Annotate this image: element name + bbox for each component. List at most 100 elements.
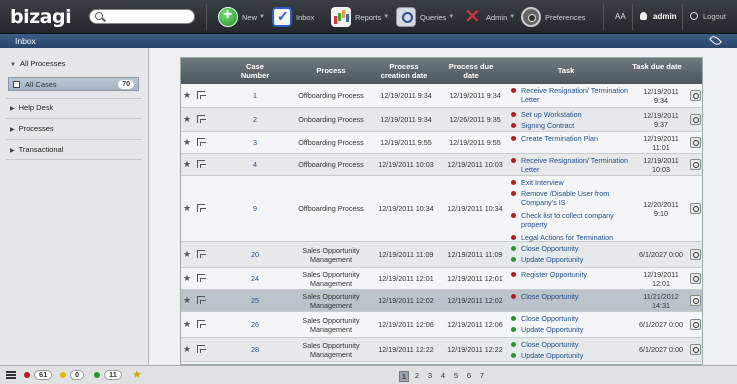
case-detail-magnifier-icon[interactable]: [690, 137, 701, 148]
task-link[interactable]: Close Opportunity: [511, 292, 579, 303]
case-number-link[interactable]: 28: [235, 345, 275, 354]
table-row[interactable]: ★ 9 Offboarding Process 12/19/2011 10:34 12/…: [181, 176, 702, 242]
table-row[interactable]: ★ 20 Sales Opportunity Management 12/19/201…: [181, 242, 702, 268]
page-number-link[interactable]: 4: [438, 371, 448, 382]
task-link[interactable]: Register Opportunity: [511, 270, 587, 281]
favorite-star-icon[interactable]: ★: [183, 159, 191, 170]
view-options-icon[interactable]: [709, 34, 722, 47]
page-number-link[interactable]: 6: [464, 371, 474, 382]
table-row[interactable]: ★ 28 Sales Opportunity Management 12/19/201…: [181, 338, 702, 362]
workflow-icon[interactable]: [197, 274, 206, 282]
column-header-creation-date[interactable]: Process creation date: [374, 62, 434, 80]
task-link[interactable]: Receive Resignation/ Termination Letter: [511, 156, 631, 178]
column-header-task[interactable]: Task: [541, 66, 591, 75]
case-number-link[interactable]: 2: [235, 115, 275, 124]
sidebar-item-help-desk[interactable]: ▶ Help Desk: [10, 103, 53, 112]
case-detail-magnifier-icon[interactable]: [690, 203, 701, 214]
task-link[interactable]: Set up Workstation: [511, 110, 582, 121]
case-number-link[interactable]: 1: [235, 91, 275, 100]
favorite-star-icon[interactable]: ★: [183, 319, 191, 330]
case-number-link[interactable]: 4: [235, 160, 275, 169]
task-link[interactable]: Signing Contract: [511, 121, 582, 132]
inbox-button[interactable]: Inbox: [272, 4, 314, 30]
workflow-icon[interactable]: [197, 250, 206, 258]
workflow-icon[interactable]: [197, 204, 206, 212]
favorite-star-icon[interactable]: ★: [183, 273, 191, 284]
table-row[interactable]: ★ 25 Sales Opportunity Management 12/19/201…: [181, 290, 702, 312]
queries-menu[interactable]: Queries ▼: [396, 4, 454, 30]
admin-menu[interactable]: Admin▼: [462, 4, 515, 30]
case-number-link[interactable]: 24: [235, 274, 275, 283]
case-detail-magnifier-icon[interactable]: [690, 90, 701, 101]
favorite-star-icon[interactable]: ★: [183, 249, 191, 260]
case-detail-magnifier-icon[interactable]: [690, 344, 701, 355]
new-menu[interactable]: New▼: [218, 4, 265, 30]
case-number-link[interactable]: 20: [235, 250, 275, 259]
table-row[interactable]: ★ 3 Offboarding Process 12/19/2011 9:55 12/1…: [181, 132, 702, 154]
case-detail-magnifier-icon[interactable]: [690, 114, 701, 125]
column-header-task-due-date[interactable]: Task due date: [629, 62, 685, 71]
font-size-button[interactable]: AA: [615, 12, 626, 21]
task-link[interactable]: Close Opportunity: [511, 314, 583, 325]
case-detail-magnifier-icon[interactable]: [690, 273, 701, 284]
page-number-link[interactable]: 2: [412, 371, 422, 382]
workflow-icon[interactable]: [197, 160, 206, 168]
user-menu[interactable]: admin: [640, 12, 677, 21]
task-link[interactable]: Update Opportunity: [511, 351, 583, 362]
table-row[interactable]: ★ 24 Sales Opportunity Management 12/19/201…: [181, 268, 702, 290]
task-link[interactable]: Receive Resignation/ Termination Letter: [511, 86, 631, 108]
case-number-link[interactable]: 9: [235, 204, 275, 213]
task-link[interactable]: Exit Interview: [511, 178, 631, 189]
favorite-star-icon[interactable]: ★: [183, 295, 191, 306]
column-header-process[interactable]: Process: [296, 66, 366, 75]
sidebar-item-all-cases[interactable]: All Cases 70: [8, 77, 139, 91]
table-row[interactable]: ★ 1 Offboarding Process 12/19/2011 9:34 12/1…: [181, 84, 702, 108]
preferences-button[interactable]: Preferences: [521, 4, 585, 30]
page-number-link[interactable]: 3: [425, 371, 435, 382]
case-detail-magnifier-icon[interactable]: [690, 319, 701, 330]
favorite-star-icon[interactable]: ★: [183, 344, 191, 355]
column-header-due-date[interactable]: Process due date: [443, 62, 499, 80]
sidebar-item-processes[interactable]: ▶ Processes: [10, 124, 54, 133]
red-cases-counter[interactable]: 61: [24, 369, 53, 381]
page-number-link[interactable]: 7: [477, 371, 487, 382]
page-number-link[interactable]: 5: [451, 371, 461, 382]
workflow-icon[interactable]: [197, 345, 206, 353]
task-link[interactable]: Close Opportunity: [511, 340, 583, 351]
search-input[interactable]: [106, 11, 192, 22]
task-link[interactable]: Update Opportunity: [511, 255, 583, 266]
favorites-star-icon[interactable]: ★: [132, 368, 142, 381]
favorite-star-icon[interactable]: ★: [183, 137, 191, 148]
task-link[interactable]: Update Opportunity: [511, 325, 583, 336]
workflow-icon[interactable]: [197, 296, 206, 304]
logout-button[interactable]: Logout: [690, 12, 726, 21]
case-detail-magnifier-icon[interactable]: [690, 295, 701, 306]
workflow-icon[interactable]: [197, 91, 206, 99]
task-link[interactable]: Create Termination Plan: [511, 134, 598, 145]
favorite-star-icon[interactable]: ★: [183, 203, 191, 214]
search-box[interactable]: [89, 9, 195, 24]
favorite-star-icon[interactable]: ★: [183, 114, 191, 125]
list-view-icon[interactable]: [6, 371, 16, 379]
case-number-link[interactable]: 26: [235, 320, 275, 329]
workflow-icon[interactable]: [197, 115, 206, 123]
workflow-icon[interactable]: [197, 138, 206, 146]
sidebar-item-all-processes[interactable]: ▼ All Processes: [10, 59, 65, 68]
table-row[interactable]: ★ 4 Offboarding Process 12/19/2011 10:03 12/…: [181, 154, 702, 178]
sidebar-item-transactional[interactable]: ▶ Transactional: [10, 145, 63, 154]
table-row[interactable]: ★ 26 Sales Opportunity Management 12/19/201…: [181, 312, 702, 338]
case-detail-magnifier-icon[interactable]: [690, 159, 701, 170]
yellow-cases-counter[interactable]: 0: [60, 369, 85, 381]
page-number-link[interactable]: 1: [399, 371, 409, 382]
green-cases-counter[interactable]: 11: [94, 369, 122, 381]
reports-menu[interactable]: Reports ▼: [331, 4, 389, 30]
case-number-link[interactable]: 25: [235, 296, 275, 305]
workflow-icon[interactable]: [197, 320, 206, 328]
favorite-star-icon[interactable]: ★: [183, 90, 191, 101]
case-number-link[interactable]: 3: [235, 138, 275, 147]
task-link[interactable]: Remove /Disable User from Company's IS: [511, 189, 631, 211]
task-link[interactable]: Close Opportunity: [511, 244, 583, 255]
task-link[interactable]: Check list to collect company property: [511, 211, 631, 233]
column-header-case-number[interactable]: Case Number: [235, 62, 275, 80]
case-detail-magnifier-icon[interactable]: [690, 249, 701, 260]
